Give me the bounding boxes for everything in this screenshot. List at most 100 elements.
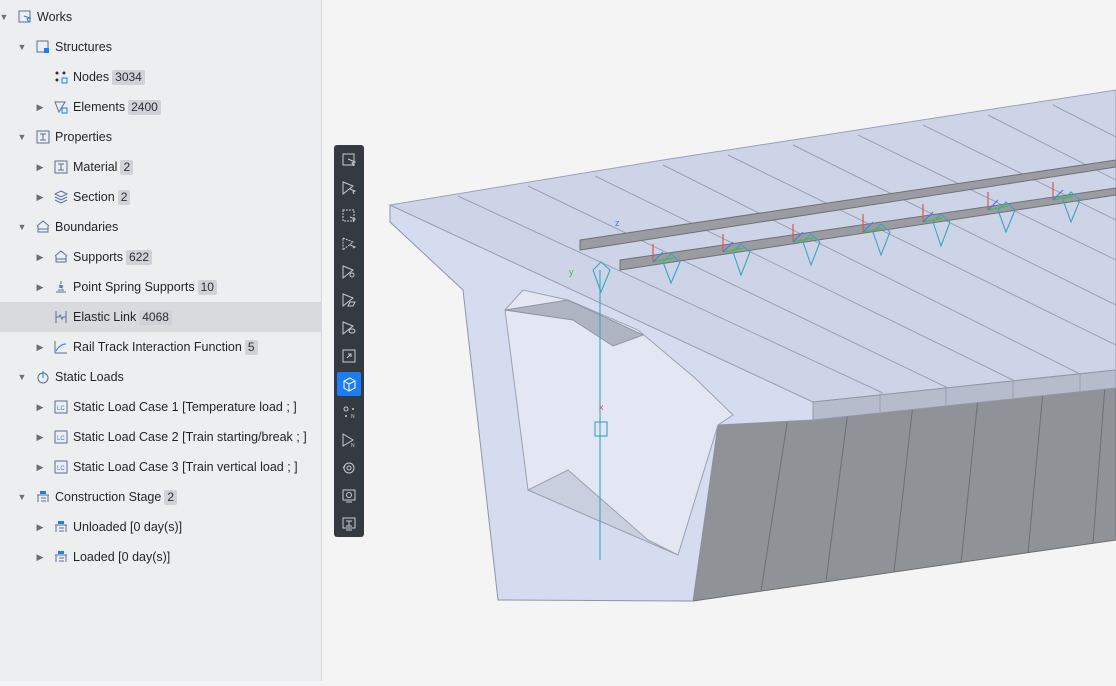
expand-arrow-icon[interactable]: ▶ <box>34 512 46 542</box>
display-button[interactable] <box>337 484 361 508</box>
expand-arrow-icon[interactable]: ▶ <box>34 392 46 422</box>
count-badge: 5 <box>244 340 258 355</box>
tree-item-label: Loaded [0 day(s)] <box>73 550 171 564</box>
expand-arrow-icon[interactable]: ▶ <box>34 182 46 212</box>
element-number-icon: N <box>342 433 355 448</box>
count-badge: 2 <box>164 490 177 505</box>
view-3d-icon <box>343 377 356 392</box>
collapse-arrow-icon[interactable]: ▼ <box>16 122 28 152</box>
select-hide-button[interactable] <box>337 316 361 340</box>
svg-text:LC: LC <box>57 406 65 412</box>
tree-item-label: Supports <box>73 250 124 264</box>
rotate-view-button[interactable] <box>337 456 361 480</box>
count-badge: 10 <box>197 280 217 295</box>
tree-item-structures[interactable]: ▼ Structures <box>0 32 322 62</box>
tree-item-loaded[interactable]: ▶ Loaded [0 day(s)] <box>0 542 322 572</box>
boundaries-icon <box>35 219 51 235</box>
nodes-icon <box>53 69 69 85</box>
tree-item-rail-track-interaction-function[interactable]: ▶ Rail Track Interaction Function 5 <box>0 332 322 362</box>
static-loads-icon <box>35 369 51 385</box>
tree-item-label: Structures <box>55 40 112 54</box>
load-case-icon: LC <box>53 459 69 475</box>
tree-item-material[interactable]: ▶ Material 2 <box>0 152 322 182</box>
expand-arrow-icon[interactable]: ▶ <box>34 272 46 302</box>
section-icon <box>53 189 69 205</box>
tree-item-section[interactable]: ▶ Section 2 <box>0 182 322 212</box>
elements-icon <box>53 99 69 115</box>
svg-text:LC: LC <box>57 466 65 472</box>
view-3d-button[interactable] <box>337 372 361 396</box>
svg-text:N: N <box>351 414 355 420</box>
tree-item-static-load-case-2[interactable]: ▶ LC Static Load Case 2 [Train starting/br… <box>0 422 322 452</box>
tree-item-label: Material <box>73 160 118 174</box>
tree-item-boundaries[interactable]: ▼ Boundaries <box>0 212 322 242</box>
node-number-button[interactable]: N <box>337 400 361 424</box>
expand-arrow-icon[interactable]: ▶ <box>34 422 46 452</box>
select-single-button[interactable] <box>337 148 361 172</box>
svg-text:N: N <box>351 443 355 448</box>
tree-item-label: Construction Stage <box>55 490 162 504</box>
axis-label-z: z <box>615 218 620 228</box>
element-number-button[interactable]: N <box>337 428 361 452</box>
select-plane-button[interactable] <box>337 288 361 312</box>
works-icon <box>17 9 33 25</box>
tree-item-elements[interactable]: ▶ Elements 2400 <box>0 92 322 122</box>
axis-label-x: x <box>599 402 604 412</box>
tree-item-label: Elastic Link <box>73 310 137 324</box>
tree-item-unloaded[interactable]: ▶ Unloaded [0 day(s)] <box>0 512 322 542</box>
tree-item-label: Static Load Case 2 [Train starting/break… <box>73 430 307 444</box>
select-polygon-icon <box>342 237 357 252</box>
display-options-button[interactable] <box>337 512 361 536</box>
count-badge: 622 <box>126 250 153 265</box>
count-badge: 2400 <box>128 100 161 115</box>
tree-item-label: Boundaries <box>55 220 119 234</box>
view-toolbar: NN <box>334 145 364 537</box>
expand-arrow-icon[interactable]: ▶ <box>34 332 46 362</box>
collapse-arrow-icon[interactable]: ▼ <box>0 2 10 32</box>
tree-item-static-loads[interactable]: ▼ Static Loads <box>0 362 322 392</box>
tree-item-supports[interactable]: ▶ Supports 622 <box>0 242 322 272</box>
zoom-window-button[interactable] <box>337 344 361 368</box>
tree-item-label: Static Load Case 3 [Train vertical load … <box>73 460 298 474</box>
tree-item-label: Nodes <box>73 70 110 84</box>
construction-stage-icon <box>35 489 51 505</box>
select-view-button[interactable] <box>337 260 361 284</box>
expand-arrow-icon[interactable]: ▶ <box>34 542 46 572</box>
tree-item-elastic-link[interactable]: Elastic Link 4068 <box>0 302 322 332</box>
expand-arrow-icon[interactable]: ▶ <box>34 92 46 122</box>
select-hide-icon <box>342 321 356 336</box>
select-window-button[interactable] <box>337 176 361 200</box>
rotate-view-icon <box>342 462 355 474</box>
select-box-icon <box>342 209 357 223</box>
select-window-icon <box>342 181 357 196</box>
collapse-arrow-icon[interactable]: ▼ <box>16 362 28 392</box>
expand-arrow-icon[interactable]: ▶ <box>34 242 46 272</box>
rail-track-function-icon <box>53 339 69 355</box>
tree-item-static-load-case-3[interactable]: ▶ LC Static Load Case 3 [Train vertical lo… <box>0 452 322 482</box>
bridge-model-3d[interactable]: y z x <box>323 0 1116 681</box>
model-tree-panel: ▼ Works ▼ Structures Nodes 3034 ▶ Elements 2400 ▼… <box>0 0 322 681</box>
tree-item-properties[interactable]: ▼ Properties <box>0 122 322 152</box>
collapse-arrow-icon[interactable]: ▼ <box>16 212 28 242</box>
zoom-window-icon <box>342 349 356 363</box>
model-viewport[interactable]: y z x <box>323 0 1116 681</box>
tree-item-label: Works <box>37 10 73 24</box>
select-plane-icon <box>342 293 356 308</box>
count-badge: 2 <box>120 160 134 175</box>
tree-item-label: Point Spring Supports <box>73 280 195 294</box>
tree-item-construction-stage[interactable]: ▼ Construction Stage 2 <box>0 482 322 512</box>
select-polygon-button[interactable] <box>337 232 361 256</box>
count-badge: 4068 <box>139 310 172 325</box>
tree-item-works[interactable]: ▼ Works <box>0 2 322 32</box>
select-box-button[interactable] <box>337 204 361 228</box>
stage-icon <box>53 519 69 535</box>
tree-item-label: Elements <box>73 100 126 114</box>
tree-item-nodes[interactable]: Nodes 3034 <box>0 62 322 92</box>
collapse-arrow-icon[interactable]: ▼ <box>16 32 28 62</box>
tree-item-point-spring-supports[interactable]: ▶ Point Spring Supports 10 <box>0 272 322 302</box>
expand-arrow-icon[interactable]: ▶ <box>34 152 46 182</box>
tree-item-label: Properties <box>55 130 112 144</box>
tree-item-static-load-case-1[interactable]: ▶ LC Static Load Case 1 [Temperature load … <box>0 392 322 422</box>
expand-arrow-icon[interactable]: ▶ <box>34 452 46 482</box>
collapse-arrow-icon[interactable]: ▼ <box>16 482 28 512</box>
